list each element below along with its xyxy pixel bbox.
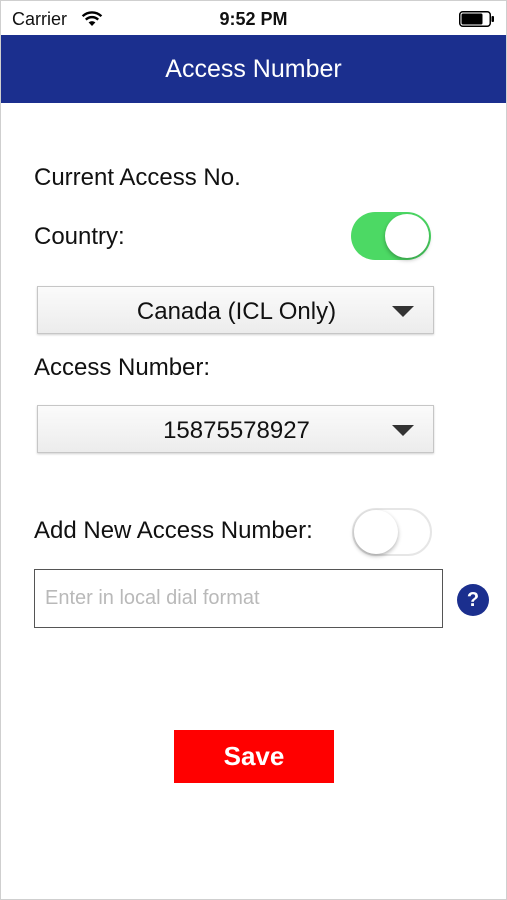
country-select-value: Canada (ICL Only)	[136, 298, 337, 325]
country-toggle[interactable]	[351, 212, 431, 260]
navigation-bar: Access Number	[1, 35, 506, 103]
page-title: Access Number	[165, 55, 342, 83]
add-new-access-label: Add New Access Number:	[34, 517, 313, 544]
chevron-down-icon	[392, 306, 414, 317]
chevron-down-icon	[392, 425, 414, 436]
save-button[interactable]: Save	[174, 730, 334, 783]
current-access-label: Current Access No.	[34, 164, 241, 191]
access-number-label: Access Number:	[34, 354, 211, 381]
new-access-number-input[interactable]	[34, 569, 443, 628]
add-new-toggle[interactable]	[352, 508, 432, 556]
help-icon[interactable]: ?	[457, 584, 489, 616]
access-number-value: 15875578927	[163, 417, 310, 444]
status-time: 9:52 PM	[219, 9, 288, 29]
country-label: Country:	[34, 223, 125, 250]
status-bar: Carrier 9:52 PM	[1, 1, 506, 35]
toggle-knob	[354, 510, 398, 554]
access-number-select[interactable]: 15875578927	[37, 405, 434, 453]
country-select[interactable]: Canada (ICL Only)	[37, 286, 434, 334]
toggle-knob	[385, 214, 429, 258]
battery-icon	[459, 11, 494, 27]
phone-screen: Carrier 9:52 PM Access Number Current Ac…	[0, 0, 507, 900]
